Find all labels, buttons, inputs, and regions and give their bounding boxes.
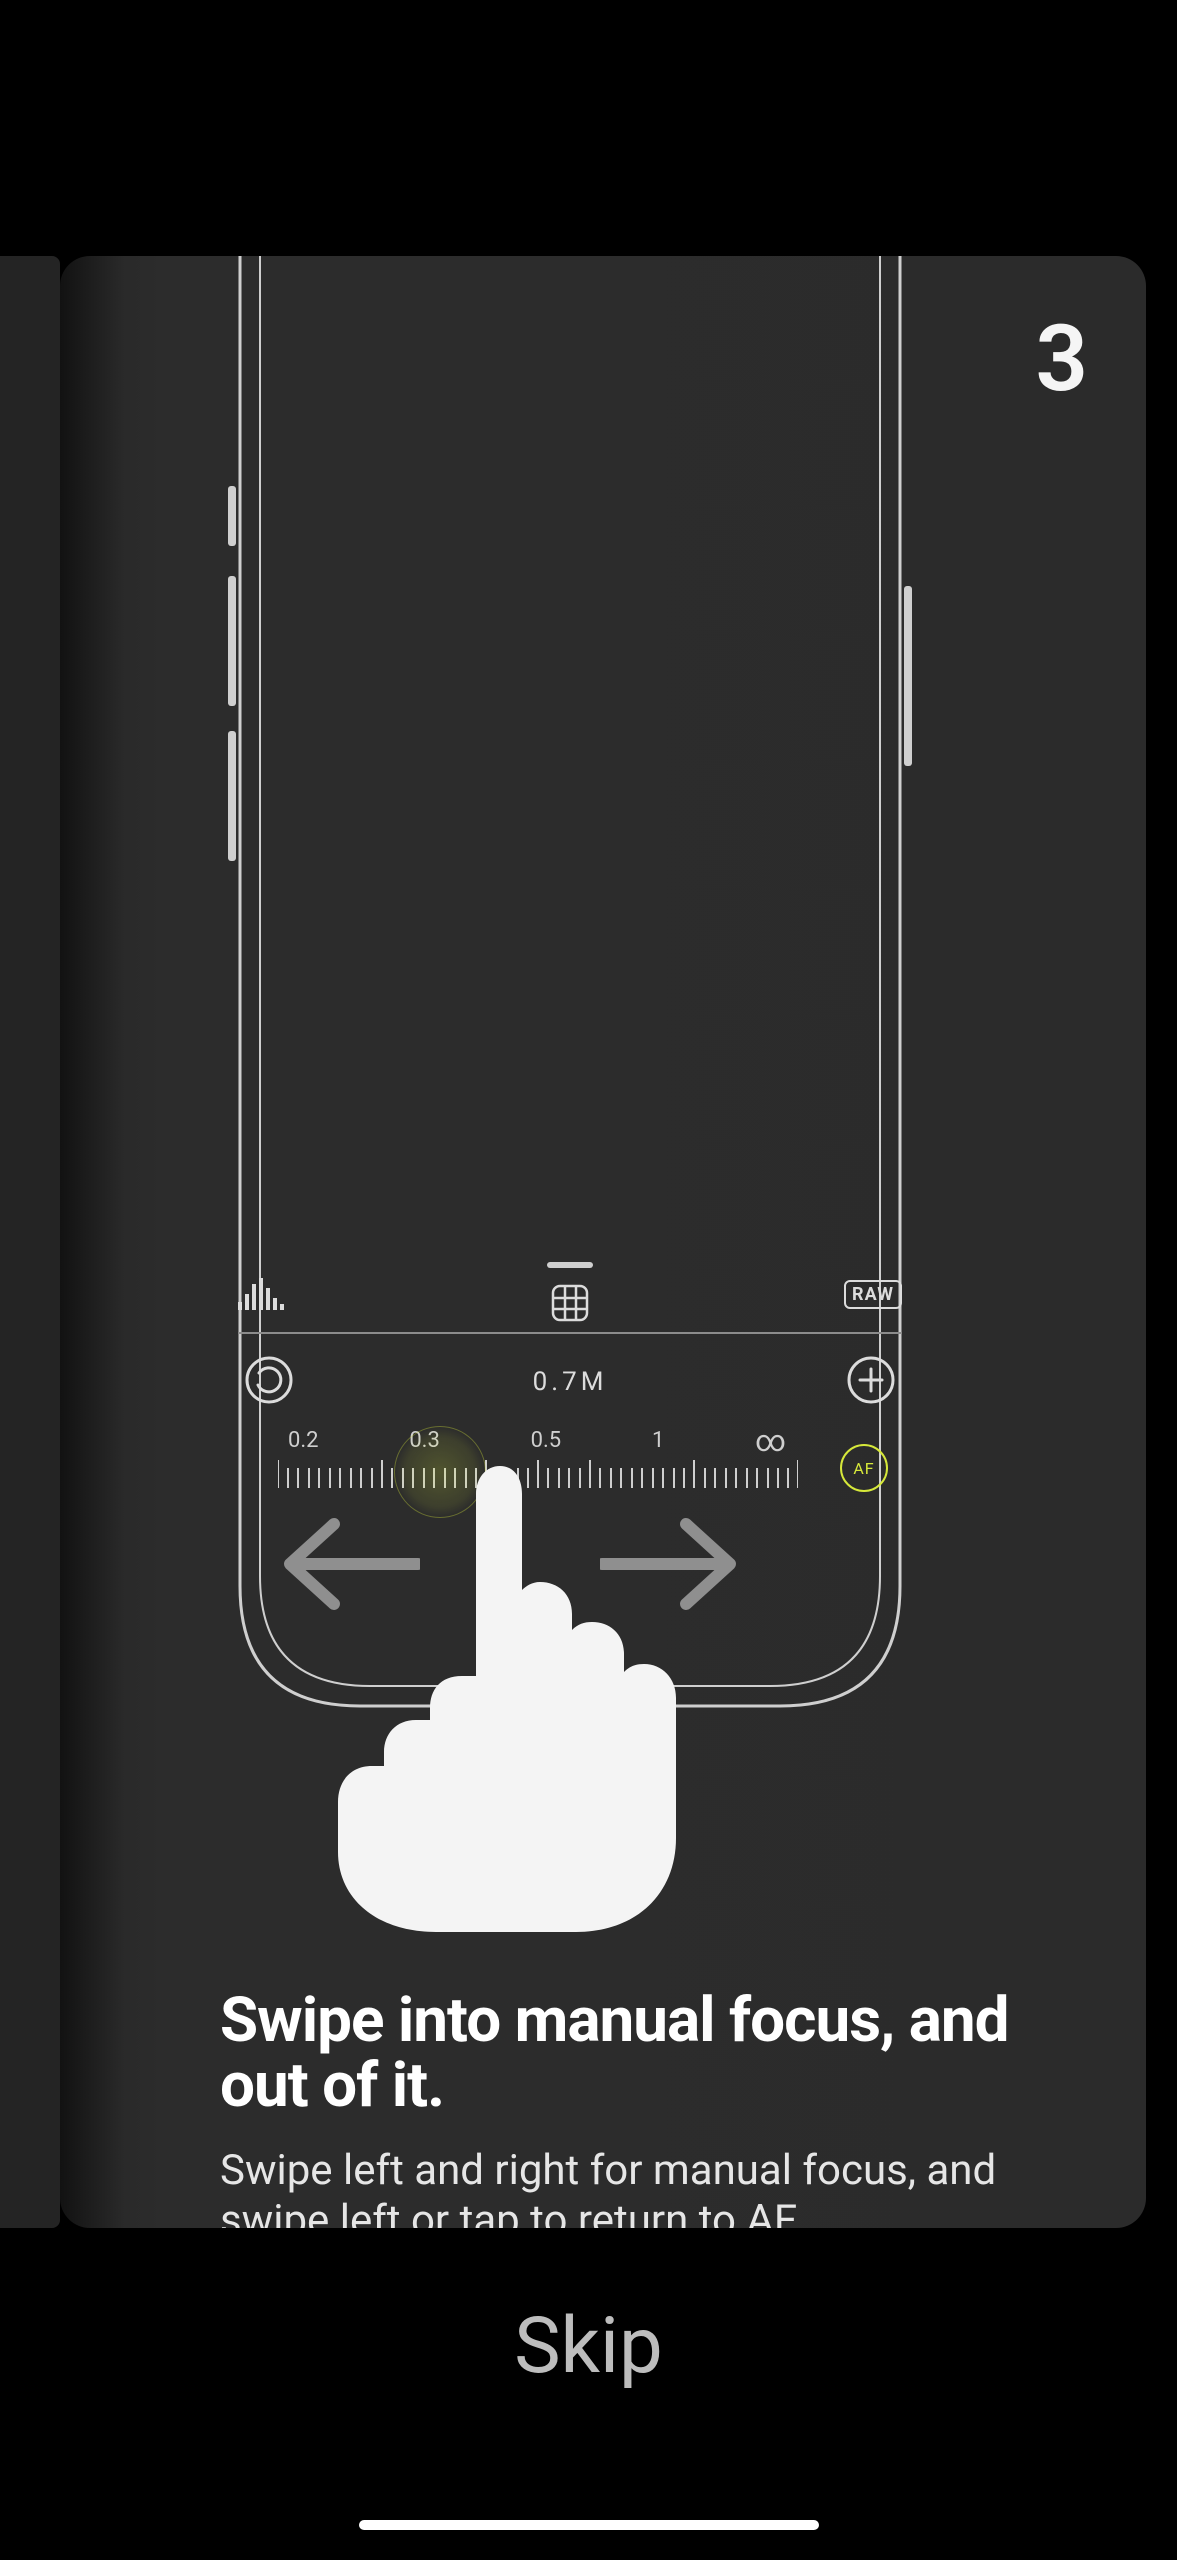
capture-reset-icon [244, 1355, 294, 1409]
drawer-handle-icon [547, 1262, 593, 1268]
grid-icon [551, 1284, 589, 1326]
focus-distance-value: 0.7M [533, 1367, 608, 1397]
focus-value-row: 0.7M [238, 1350, 902, 1414]
histogram-icon [238, 1274, 288, 1314]
onboarding-previous-page-edge[interactable] [0, 256, 60, 2228]
ruler-tick-label: ∞ [755, 1424, 786, 1459]
home-indicator[interactable] [359, 2520, 819, 2530]
onboarding-headline: Swipe into manual focus, and out of it. [220, 1988, 1100, 2118]
onboarding-card[interactable]: 3 [60, 256, 1146, 2228]
camera-toolbar: RAW [238, 1258, 902, 1330]
plus-icon [846, 1355, 896, 1409]
raw-badge: RAW [844, 1280, 902, 1309]
hand-pointer-icon [300, 1446, 700, 1936]
skip-button[interactable]: Skip [0, 2301, 1177, 2392]
af-badge: AF [840, 1444, 888, 1492]
onboarding-body: Swipe left and right for manual focus, a… [220, 2146, 1040, 2228]
step-number: 3 [1035, 306, 1086, 413]
